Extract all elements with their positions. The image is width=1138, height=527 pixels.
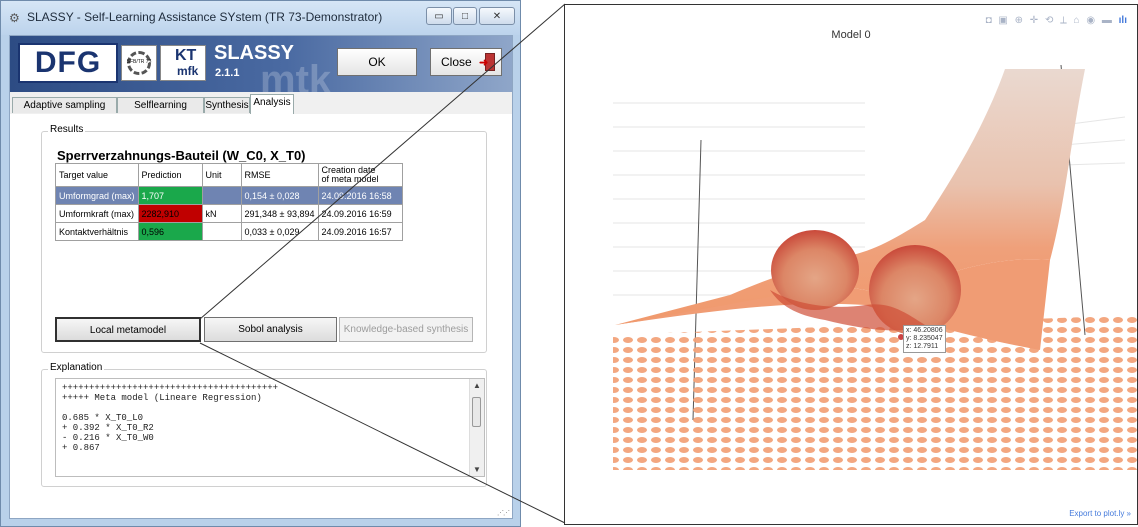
sobol-analysis-button[interactable]: Sobol analysis (204, 317, 337, 342)
cell-rmse: 0,033 ± 0,029 (240, 222, 319, 241)
results-table-title: Sperrverzahnungs-Bauteil (W_C0, X_T0) (57, 148, 306, 163)
app-icon: ⚙ (9, 11, 20, 25)
exit-door-icon: ➜ (479, 53, 495, 71)
explanation-scrollbar[interactable]: ▲ ▼ (469, 379, 484, 476)
col-header-target: Target value (55, 163, 139, 187)
app-window: ⚙ SLASSY - Self-Learning Assistance SYst… (0, 0, 521, 527)
ok-button[interactable]: OK (337, 48, 417, 76)
kt-logo-top: KT (175, 47, 197, 64)
sfb-gear-logo: SFB/TR 73 (121, 45, 157, 81)
scrollbar-thumb[interactable] (472, 397, 481, 427)
scroll-up-icon[interactable]: ▲ (473, 381, 481, 390)
surface-plot[interactable] (565, 5, 1138, 525)
hover-x: x: 46.20806 (906, 327, 943, 334)
header-banner: mtk DFG SFB/TR 73 KT mfk SLASSY 2.1.1 OK… (10, 36, 512, 92)
results-group-label: Results (48, 124, 86, 135)
resize-grip-icon[interactable]: ⋰⋰ (497, 509, 510, 517)
minimize-button[interactable]: ▭ (426, 7, 452, 25)
close-button[interactable]: Close ➜ (430, 48, 502, 76)
app-version: 2.1.1 (215, 67, 240, 79)
tab-selflearning-process[interactable]: Selflearning process (117, 97, 204, 126)
sfb-logo-text: SFB/TR 73 (126, 59, 152, 65)
kt-mfk-logo: KT mfk (160, 45, 206, 81)
knowledge-based-synthesis-button[interactable]: Knowledge-based synthesis (339, 317, 473, 342)
table-header-row: Target value Prediction Unit RMSE Creati… (55, 163, 404, 187)
export-link[interactable]: Export to plot.ly » (1069, 509, 1131, 518)
table-row[interactable]: Umformgrad (max) 1,707 0,154 ± 0,028 24.… (55, 186, 404, 205)
close-window-button[interactable]: ✕ (479, 7, 515, 25)
cell-date: 24.09.2016 16:57 (317, 222, 404, 241)
scroll-down-icon[interactable]: ▼ (473, 465, 481, 474)
cell-rmse: 291,348 ± 93,894 (240, 204, 319, 223)
app-name: SLASSY (214, 42, 295, 64)
cell-unit (201, 222, 242, 241)
minimize-icon: ▭ (434, 11, 444, 22)
cell-target: Umformkraft (max) (55, 204, 139, 223)
table-row[interactable]: Umformkraft (max) 2282,910 kN 291,348 ± … (55, 204, 404, 223)
local-metamodel-button[interactable]: Local metamodel (55, 317, 201, 342)
cell-prediction: 2282,910 (137, 204, 203, 223)
hover-z: z: 12.7911 (906, 343, 939, 350)
col-header-prediction: Prediction (137, 163, 203, 187)
col-header-unit: Unit (201, 163, 242, 187)
cell-prediction: 0,596 (137, 222, 203, 241)
status-bar: ⋰⋰ (9, 507, 513, 519)
cell-rmse: 0,154 ± 0,028 (240, 186, 319, 205)
dfg-logo: DFG (18, 43, 118, 83)
explanation-group-label: Explanation (48, 362, 105, 373)
cell-target: Kontaktverhältnis (55, 222, 139, 241)
surface-plot-panel: ◘ ▣ ⊕ ✛ ⟲ ⟂ ⌂ ◉ ▬ ılı Model 0 x: 46.2080… (564, 4, 1138, 525)
close-icon: ✕ (492, 11, 502, 22)
hover-y: y: 8.235047 (906, 335, 943, 342)
explanation-textbox[interactable]: ++++++++++++++++++++++++++++++++++++++++… (55, 378, 485, 477)
col-header-date-line2: of meta model (321, 174, 379, 184)
col-header-rmse: RMSE (240, 163, 319, 187)
cell-target: Umformgrad (max) (55, 186, 139, 205)
tab-synthesis[interactable]: Synthesis (204, 97, 250, 113)
maximize-icon: □ (461, 11, 469, 22)
title-bar[interactable]: ⚙ SLASSY - Self-Learning Assistance SYst… (1, 1, 520, 35)
tab-analysis[interactable]: Analysis (250, 94, 294, 114)
tab-strip: Adaptive sampling Selflearning process S… (10, 94, 512, 126)
col-header-date: Creation date of meta model (317, 163, 404, 187)
hover-tooltip: x: 46.20806 y: 8.235047 z: 12.7911 (903, 325, 946, 353)
table-row[interactable]: Kontaktverhältnis 0,596 0,033 ± 0,029 24… (55, 222, 404, 241)
cell-date: 24.09.2016 16:59 (317, 204, 404, 223)
maximize-button[interactable]: □ (453, 7, 477, 25)
cell-date: 24.09.2016 16:58 (317, 186, 404, 205)
close-button-label: Close (441, 55, 472, 69)
cell-prediction: 1,707 (137, 186, 203, 205)
cell-unit: kN (201, 204, 242, 223)
results-table: Target value Prediction Unit RMSE Creati… (55, 163, 404, 241)
cell-unit (201, 186, 242, 205)
kt-logo-bottom: mfk (177, 64, 199, 78)
explanation-text: ++++++++++++++++++++++++++++++++++++++++… (62, 383, 279, 453)
window-title: SLASSY - Self-Learning Assistance SYstem… (27, 10, 383, 24)
tab-adaptive-sampling[interactable]: Adaptive sampling (12, 97, 117, 113)
